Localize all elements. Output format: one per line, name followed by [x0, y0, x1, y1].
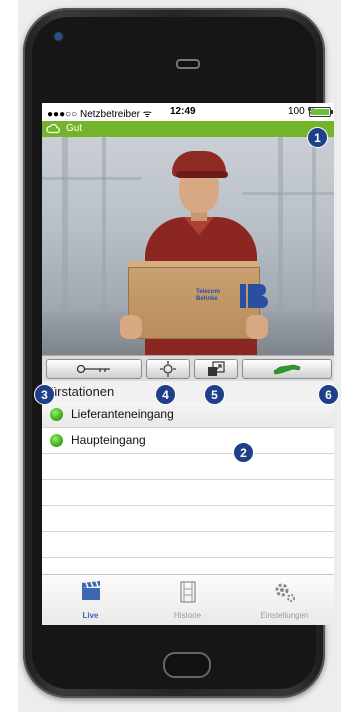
tab-settings[interactable]: Einstellungen — [236, 575, 333, 625]
stations-header: Türstationen — [42, 381, 334, 403]
camera-switch-icon — [208, 361, 225, 376]
empty-list-row — [42, 532, 334, 558]
callout-badge: 5 — [204, 384, 225, 405]
callout-badge: 1 — [307, 127, 328, 148]
connection-status-bar: Gut — [42, 121, 334, 137]
battery-level — [311, 109, 329, 115]
station-row[interactable]: Haupteingang — [42, 428, 334, 454]
courier-hand-right — [246, 315, 268, 339]
tab-bar: Live Historie Einstellungen — [42, 574, 334, 625]
empty-list-row — [42, 480, 334, 506]
speaker-grille — [176, 59, 200, 69]
courier-hand-left — [120, 315, 142, 339]
courier-cap-visor — [176, 171, 228, 178]
callout-badge: 6 — [318, 384, 339, 405]
status-bar: ●●●○○ Netzbetreiber ᯤ 12:49 100 % — [42, 103, 334, 121]
light-icon — [160, 361, 176, 377]
callout-badge: 4 — [155, 384, 176, 405]
callout-badge: 3 — [34, 384, 55, 405]
video-bg-beam — [102, 137, 106, 317]
tab-live[interactable]: Live — [42, 575, 139, 625]
live-video-view[interactable]: Telecom Behnke — [42, 137, 334, 355]
gear-icon — [275, 583, 295, 602]
app-screen: ●●●○○ Netzbetreiber ᯤ 12:49 100 % Gut Te… — [42, 103, 334, 625]
connection-quality-label: Gut — [66, 123, 83, 134]
open-door-button[interactable] — [46, 359, 142, 379]
home-button[interactable] — [163, 652, 211, 678]
carrier-label: ●●●○○ Netzbetreiber ᯤ — [47, 109, 152, 120]
battery-icon — [309, 107, 333, 117]
empty-list-row — [42, 506, 334, 532]
tab-history[interactable]: Historie — [139, 575, 236, 625]
empty-list-row — [42, 454, 334, 480]
front-camera-icon — [55, 33, 62, 40]
parcel-logo-text: Telecom Behnke — [196, 289, 220, 302]
tab-live-label: Live — [82, 611, 99, 620]
station-row[interactable]: Lieferanteneingang — [42, 402, 334, 428]
control-bar — [42, 355, 334, 383]
station-name: Lieferanteneingang — [71, 407, 174, 421]
key-icon — [76, 364, 110, 374]
phone-call-icon — [273, 364, 301, 375]
camera-switch-button[interactable] — [194, 359, 238, 379]
light-button[interactable] — [146, 359, 190, 379]
history-film-icon — [179, 581, 196, 603]
video-bg-beam — [62, 137, 68, 317]
tab-settings-label: Einstellungen — [260, 611, 309, 620]
cloud-icon — [46, 124, 60, 134]
behnke-logo-icon — [240, 284, 268, 308]
tab-history-label: Historie — [173, 611, 202, 620]
video-bg-beam — [278, 137, 283, 317]
callout-badge: 2 — [233, 442, 254, 463]
video-bg-beam — [42, 177, 142, 180]
video-bg-beam — [312, 137, 316, 317]
station-name: Haupteingang — [71, 433, 146, 447]
call-button[interactable] — [242, 359, 332, 379]
station-status-dot — [50, 408, 63, 421]
clock: 12:49 — [170, 106, 196, 117]
live-camera-icon — [81, 581, 100, 600]
video-bg-beam — [242, 192, 334, 195]
station-status-dot — [50, 434, 63, 447]
